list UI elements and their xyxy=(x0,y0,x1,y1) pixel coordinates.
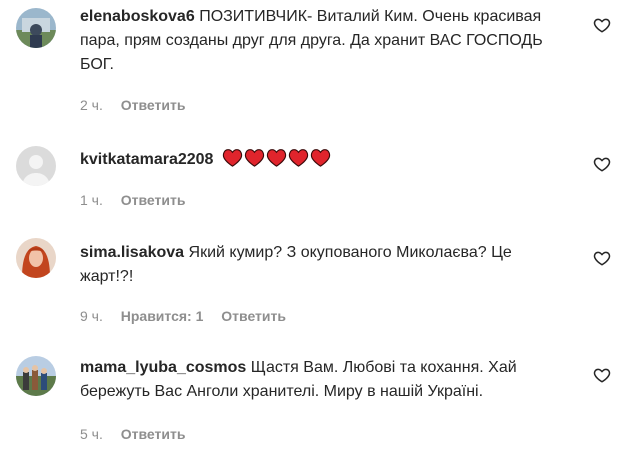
comment-meta: 9 ч. Нравится: 1 Ответить xyxy=(80,307,300,325)
red-heart-icon xyxy=(244,149,265,167)
comment-meta: 2 ч. Ответить xyxy=(80,96,199,114)
comment-body: mama_lyuba_cosmos Щастя Вам. Любові та к… xyxy=(80,356,550,404)
red-heart-icon xyxy=(288,149,309,167)
comment-meta: 1 ч. Ответить xyxy=(80,191,199,209)
reply-button[interactable]: Ответить xyxy=(121,97,186,113)
comment-time: 9 ч. xyxy=(80,308,103,324)
comment-body: kvitkatamara2208 xyxy=(80,148,550,175)
comment-body: sima.lisakova Який кумир? З окупованого … xyxy=(80,241,550,289)
heart-outline-icon[interactable] xyxy=(593,366,611,384)
comment-username[interactable]: sima.lisakova xyxy=(80,244,184,261)
heart-outline-icon[interactable] xyxy=(593,16,611,34)
comment-meta: 5 ч. Ответить xyxy=(80,425,199,443)
reply-button[interactable]: Ответить xyxy=(121,426,186,442)
avatar[interactable] xyxy=(16,8,56,48)
avatar[interactable] xyxy=(16,238,56,278)
emoji-hearts xyxy=(222,148,332,175)
comment-time: 2 ч. xyxy=(80,97,103,113)
comment-username[interactable]: kvitkatamara2208 xyxy=(80,151,213,168)
red-heart-icon xyxy=(266,149,287,167)
comment-username[interactable]: elenaboskova6 xyxy=(80,8,195,25)
heart-outline-icon[interactable] xyxy=(593,155,611,173)
reply-button[interactable]: Ответить xyxy=(221,308,286,324)
avatar[interactable] xyxy=(16,356,56,396)
red-heart-icon xyxy=(310,149,331,167)
red-heart-icon xyxy=(222,149,243,167)
likes-count-button[interactable]: Нравится: 1 xyxy=(121,308,204,324)
comment-time: 5 ч. xyxy=(80,426,103,442)
comment-username[interactable]: mama_lyuba_cosmos xyxy=(80,359,246,376)
reply-button[interactable]: Ответить xyxy=(121,192,186,208)
avatar[interactable] xyxy=(16,146,56,186)
comment-time: 1 ч. xyxy=(80,192,103,208)
heart-outline-icon[interactable] xyxy=(593,249,611,267)
comment-body: elenaboskova6 ПОЗИТИВЧИК- Виталий Ким. О… xyxy=(80,5,550,77)
